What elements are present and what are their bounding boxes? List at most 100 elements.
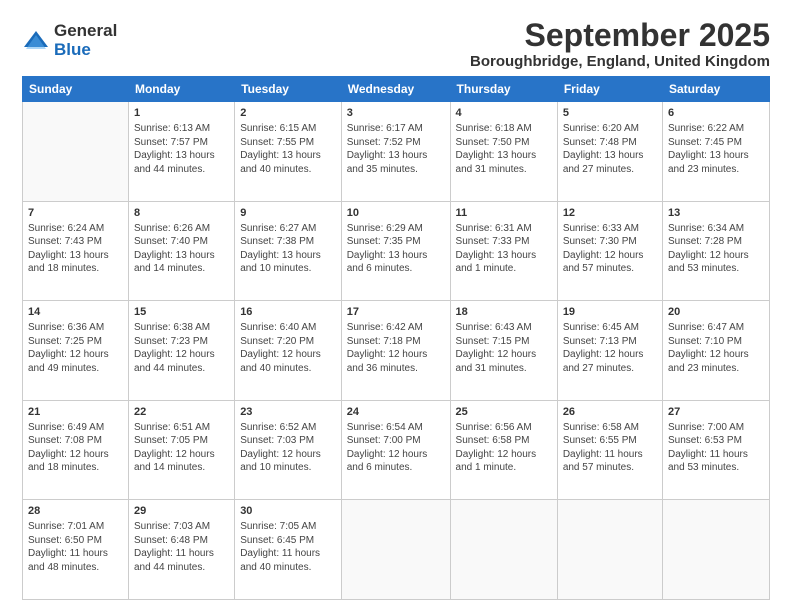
- day-info: Sunset: 6:55 PM: [563, 434, 657, 448]
- header: General Blue September 2025 Boroughbridg…: [22, 18, 770, 70]
- day-number: 23: [240, 405, 336, 420]
- day-info: Sunrise: 6:47 AM: [668, 321, 764, 335]
- day-info: Daylight: 12 hours and 40 minutes.: [240, 348, 336, 375]
- table-row: 6Sunrise: 6:22 AMSunset: 7:45 PMDaylight…: [662, 102, 769, 202]
- table-row: 17Sunrise: 6:42 AMSunset: 7:18 PMDayligh…: [341, 301, 450, 401]
- table-row: 12Sunrise: 6:33 AMSunset: 7:30 PMDayligh…: [557, 201, 662, 301]
- day-number: 30: [240, 504, 336, 519]
- day-info: Sunrise: 6:45 AM: [563, 321, 657, 335]
- table-row: 9Sunrise: 6:27 AMSunset: 7:38 PMDaylight…: [235, 201, 342, 301]
- day-info: Sunrise: 6:22 AM: [668, 122, 764, 136]
- day-info: Daylight: 13 hours and 1 minute.: [456, 249, 552, 276]
- day-info: Sunrise: 6:15 AM: [240, 122, 336, 136]
- day-info: Sunrise: 7:03 AM: [134, 520, 229, 534]
- day-info: Daylight: 13 hours and 6 minutes.: [347, 249, 445, 276]
- day-info: Sunset: 6:45 PM: [240, 534, 336, 548]
- day-number: 21: [28, 405, 123, 420]
- day-number: 19: [563, 305, 657, 320]
- day-info: Daylight: 11 hours and 57 minutes.: [563, 448, 657, 475]
- day-info: Sunset: 7:50 PM: [456, 136, 552, 150]
- day-number: 2: [240, 106, 336, 121]
- day-info: Sunrise: 6:38 AM: [134, 321, 229, 335]
- day-number: 9: [240, 206, 336, 221]
- logo-general: General: [54, 22, 117, 41]
- day-info: Sunset: 7:52 PM: [347, 136, 445, 150]
- table-row: 8Sunrise: 6:26 AMSunset: 7:40 PMDaylight…: [128, 201, 234, 301]
- table-row: 26Sunrise: 6:58 AMSunset: 6:55 PMDayligh…: [557, 400, 662, 500]
- table-row: 13Sunrise: 6:34 AMSunset: 7:28 PMDayligh…: [662, 201, 769, 301]
- day-info: Sunrise: 6:31 AM: [456, 222, 552, 236]
- day-info: Sunset: 6:53 PM: [668, 434, 764, 448]
- table-row: 16Sunrise: 6:40 AMSunset: 7:20 PMDayligh…: [235, 301, 342, 401]
- day-info: Sunrise: 6:49 AM: [28, 421, 123, 435]
- day-number: 18: [456, 305, 552, 320]
- calendar-week-row: 14Sunrise: 6:36 AMSunset: 7:25 PMDayligh…: [23, 301, 770, 401]
- calendar-table: Sunday Monday Tuesday Wednesday Thursday…: [22, 76, 770, 600]
- day-info: Sunrise: 6:13 AM: [134, 122, 229, 136]
- day-number: 20: [668, 305, 764, 320]
- day-number: 17: [347, 305, 445, 320]
- day-info: Sunset: 7:57 PM: [134, 136, 229, 150]
- day-info: Daylight: 12 hours and 44 minutes.: [134, 348, 229, 375]
- day-info: Sunrise: 6:18 AM: [456, 122, 552, 136]
- table-row: 7Sunrise: 6:24 AMSunset: 7:43 PMDaylight…: [23, 201, 129, 301]
- table-row: 25Sunrise: 6:56 AMSunset: 6:58 PMDayligh…: [450, 400, 557, 500]
- table-row: 10Sunrise: 6:29 AMSunset: 7:35 PMDayligh…: [341, 201, 450, 301]
- day-info: Daylight: 11 hours and 40 minutes.: [240, 547, 336, 574]
- calendar-week-row: 1Sunrise: 6:13 AMSunset: 7:57 PMDaylight…: [23, 102, 770, 202]
- day-info: Daylight: 12 hours and 49 minutes.: [28, 348, 123, 375]
- col-thursday: Thursday: [450, 77, 557, 102]
- table-row: 15Sunrise: 6:38 AMSunset: 7:23 PMDayligh…: [128, 301, 234, 401]
- day-info: Sunrise: 6:51 AM: [134, 421, 229, 435]
- day-info: Daylight: 13 hours and 44 minutes.: [134, 149, 229, 176]
- day-number: 28: [28, 504, 123, 519]
- day-info: Sunrise: 6:26 AM: [134, 222, 229, 236]
- table-row: 27Sunrise: 7:00 AMSunset: 6:53 PMDayligh…: [662, 400, 769, 500]
- logo-blue: Blue: [54, 41, 117, 60]
- day-info: Sunset: 7:33 PM: [456, 235, 552, 249]
- day-info: Sunset: 7:18 PM: [347, 335, 445, 349]
- day-info: Sunset: 7:48 PM: [563, 136, 657, 150]
- day-info: Sunset: 7:13 PM: [563, 335, 657, 349]
- day-number: 4: [456, 106, 552, 121]
- day-info: Daylight: 12 hours and 36 minutes.: [347, 348, 445, 375]
- day-info: Daylight: 13 hours and 35 minutes.: [347, 149, 445, 176]
- day-info: Sunset: 7:40 PM: [134, 235, 229, 249]
- day-info: Daylight: 13 hours and 14 minutes.: [134, 249, 229, 276]
- day-info: Sunset: 7:00 PM: [347, 434, 445, 448]
- col-saturday: Saturday: [662, 77, 769, 102]
- day-info: Daylight: 13 hours and 27 minutes.: [563, 149, 657, 176]
- day-info: Daylight: 13 hours and 18 minutes.: [28, 249, 123, 276]
- table-row: 18Sunrise: 6:43 AMSunset: 7:15 PMDayligh…: [450, 301, 557, 401]
- table-row: 3Sunrise: 6:17 AMSunset: 7:52 PMDaylight…: [341, 102, 450, 202]
- day-info: Sunset: 7:30 PM: [563, 235, 657, 249]
- table-row: 19Sunrise: 6:45 AMSunset: 7:13 PMDayligh…: [557, 301, 662, 401]
- day-number: 1: [134, 106, 229, 121]
- day-info: Daylight: 12 hours and 53 minutes.: [668, 249, 764, 276]
- day-info: Sunrise: 6:27 AM: [240, 222, 336, 236]
- day-info: Sunrise: 6:42 AM: [347, 321, 445, 335]
- col-friday: Friday: [557, 77, 662, 102]
- table-row: 30Sunrise: 7:05 AMSunset: 6:45 PMDayligh…: [235, 500, 342, 600]
- day-number: 24: [347, 405, 445, 420]
- day-info: Sunset: 7:25 PM: [28, 335, 123, 349]
- day-info: Sunrise: 7:05 AM: [240, 520, 336, 534]
- day-info: Daylight: 13 hours and 10 minutes.: [240, 249, 336, 276]
- day-info: Sunset: 7:45 PM: [668, 136, 764, 150]
- day-number: 15: [134, 305, 229, 320]
- day-info: Sunrise: 6:24 AM: [28, 222, 123, 236]
- calendar-week-row: 7Sunrise: 6:24 AMSunset: 7:43 PMDaylight…: [23, 201, 770, 301]
- day-info: Sunset: 7:05 PM: [134, 434, 229, 448]
- day-info: Sunset: 6:50 PM: [28, 534, 123, 548]
- day-info: Daylight: 13 hours and 31 minutes.: [456, 149, 552, 176]
- day-info: Daylight: 12 hours and 57 minutes.: [563, 249, 657, 276]
- day-info: Sunset: 7:55 PM: [240, 136, 336, 150]
- location: Boroughbridge, England, United Kingdom: [470, 53, 770, 70]
- table-row: 20Sunrise: 6:47 AMSunset: 7:10 PMDayligh…: [662, 301, 769, 401]
- table-row: [557, 500, 662, 600]
- table-row: [450, 500, 557, 600]
- logo-text: General Blue: [54, 22, 117, 59]
- col-monday: Monday: [128, 77, 234, 102]
- day-info: Daylight: 11 hours and 48 minutes.: [28, 547, 123, 574]
- logo: General Blue: [22, 22, 117, 59]
